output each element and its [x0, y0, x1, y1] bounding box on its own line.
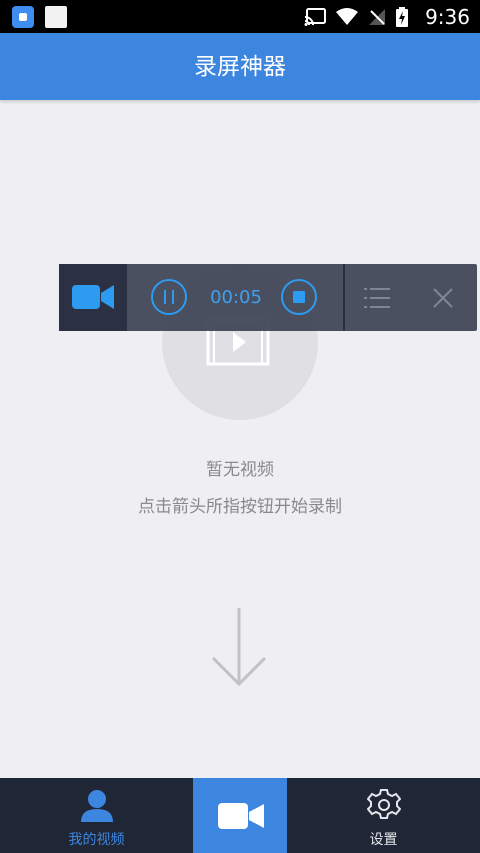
battery-charging-icon: [396, 7, 408, 27]
gear-icon: [367, 789, 401, 819]
no-signal-icon: [369, 9, 385, 25]
pause-icon[interactable]: [151, 279, 187, 315]
nav-record-button[interactable]: [193, 778, 287, 853]
close-icon[interactable]: [432, 287, 454, 309]
app-header: 录屏神器: [0, 33, 480, 100]
down-arrow-icon: [211, 608, 267, 687]
floating-recorder-bar: [59, 264, 477, 331]
page-title: 录屏神器: [194, 54, 286, 80]
nav-settings-label: 设置: [369, 832, 398, 848]
bottom-navigation: 我的视频 设置: [0, 778, 480, 853]
stop-icon[interactable]: [281, 279, 317, 315]
empty-state-hint: 点击箭头所指按钮开始录制: [138, 497, 342, 517]
recorder-camera-button[interactable]: [59, 264, 127, 331]
recording-timer: 00:05: [210, 287, 262, 308]
nav-settings[interactable]: 设置: [287, 778, 480, 853]
status-time: 9:36: [425, 5, 470, 29]
nav-my-videos-label: 我的视频: [68, 832, 125, 848]
menu-icon[interactable]: [362, 286, 392, 310]
person-icon: [81, 790, 113, 822]
status-bar: 9:36: [0, 0, 480, 33]
app-notification-icon: [12, 6, 34, 28]
video-camera-icon: [72, 285, 114, 309]
notification-icon: [45, 6, 67, 28]
wifi-icon: [336, 8, 358, 25]
nav-my-videos[interactable]: 我的视频: [0, 778, 193, 853]
cast-icon: [304, 8, 326, 26]
empty-state-title: 暂无视频: [206, 460, 274, 480]
recorder-divider: [343, 264, 345, 331]
video-camera-icon: [218, 803, 264, 829]
